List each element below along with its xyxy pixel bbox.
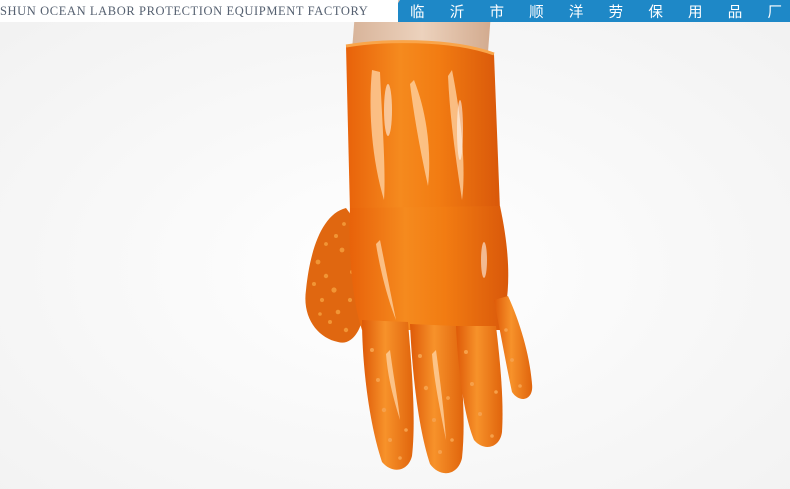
factory-name-char: 劳 [608, 4, 624, 21]
factory-name-chinese: 临 沂 市 顺 洋 劳 保 用 品 厂 [410, 0, 782, 22]
factory-name-char: 沂 [449, 4, 465, 21]
factory-name-char: 洋 [568, 4, 584, 21]
factory-name-char: 品 [727, 4, 743, 21]
factory-name-char: 保 [648, 4, 663, 21]
header-banner: SHUN OCEAN LABOR PROTECTION EQUIPMENT FA… [0, 0, 790, 22]
product-photo-page: SHUN OCEAN LABOR PROTECTION EQUIPMENT FA… [0, 0, 790, 489]
factory-name-char: 临 [410, 4, 425, 21]
factory-name-char: 厂 [767, 4, 782, 21]
factory-name-char: 顺 [529, 4, 544, 21]
orange-glove-photo [0, 0, 790, 489]
factory-name-char: 用 [688, 4, 703, 21]
factory-name-char: 市 [489, 4, 504, 21]
factory-name-english: SHUN OCEAN LABOR PROTECTION EQUIPMENT FA… [0, 0, 398, 22]
